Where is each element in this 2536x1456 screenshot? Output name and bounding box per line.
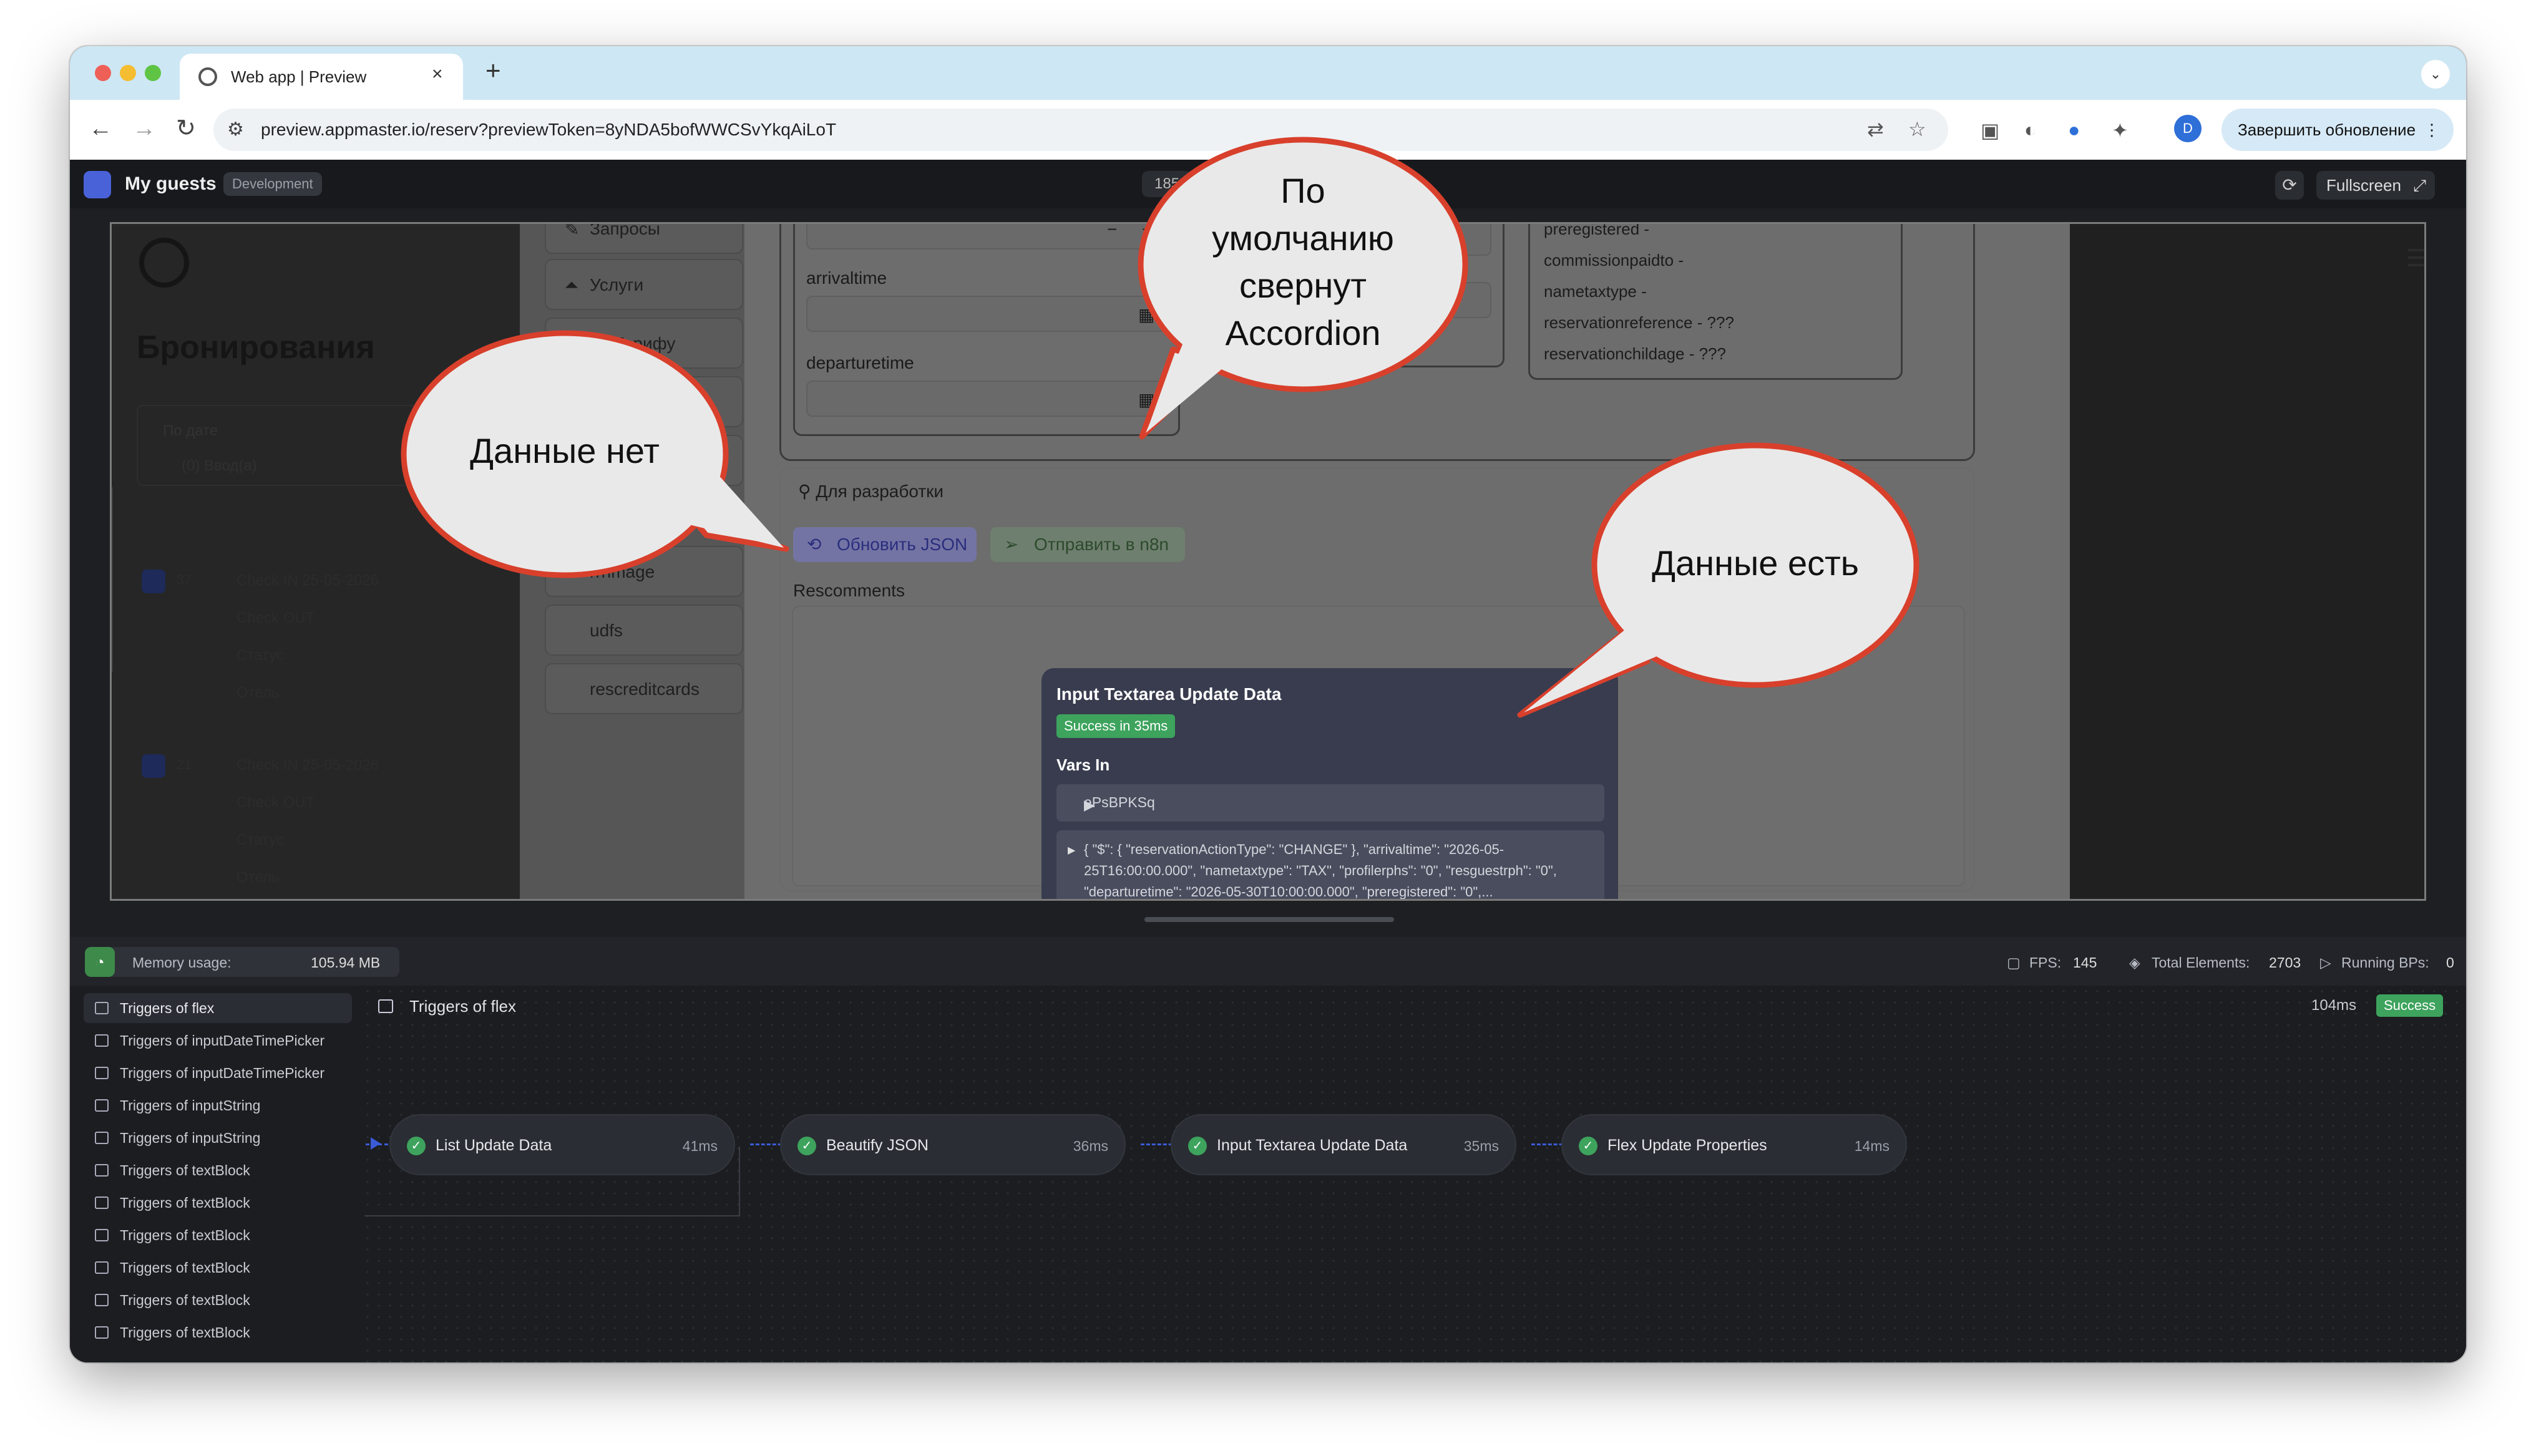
callout-accordion-text: По умолчанию свернут Accordion	[1159, 167, 1446, 357]
callout-no-data-text: Данные нет	[470, 431, 660, 470]
callout-line: свернут	[1239, 266, 1367, 305]
callout-line: умолчанию	[1212, 218, 1394, 258]
callout-line: По	[1280, 171, 1325, 210]
callout-has-data-text: Данные есть	[1652, 543, 1859, 583]
callout-line: Accordion	[1225, 313, 1381, 352]
